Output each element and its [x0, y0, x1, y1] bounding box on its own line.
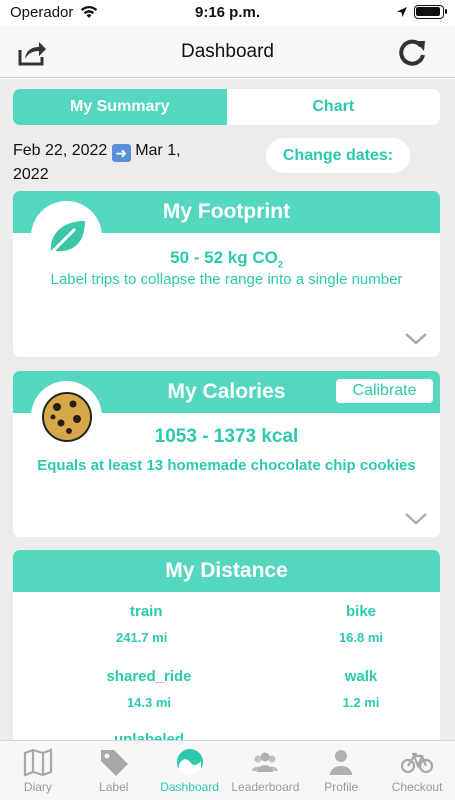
distance-mode-value: 14.3 mi	[126, 695, 172, 710]
tab-diary[interactable]: Diary	[0, 741, 76, 800]
chevron-down-icon[interactable]	[404, 331, 428, 347]
tab-label: Checkout	[391, 780, 443, 794]
status-bar: Operador 9:16 p.m.	[0, 0, 455, 26]
footprint-range: 50 - 52 kg CO2	[170, 248, 283, 270]
footprint-hint: Label trips to collapse the range into a…	[50, 271, 403, 288]
tab-label: Dashboard	[160, 780, 219, 794]
calories-card: My Calories Calibrate 1053 - 1373 kcal E…	[13, 371, 440, 537]
page-title: Dashboard	[181, 41, 274, 62]
tab-label: Label	[99, 780, 129, 794]
clock: 9:16 p.m.	[194, 4, 261, 21]
refresh-icon[interactable]	[396, 38, 428, 68]
tab-chart[interactable]: Chart	[226, 89, 440, 125]
distance-mode-label: walk	[344, 668, 378, 685]
change-dates-button[interactable]: Change dates:	[266, 138, 410, 173]
tab-label: Leaderboard	[231, 780, 300, 794]
calibrate-button[interactable]: Calibrate	[336, 379, 433, 403]
tab-leaderboard[interactable]: Leaderboard	[227, 741, 303, 800]
location-arrow-icon	[397, 7, 407, 17]
start-date: Feb 22, 2022	[13, 142, 108, 159]
end-date-year: 2022	[13, 166, 49, 183]
distance-mode-label: train	[130, 603, 163, 620]
distance-mode-label: bike	[345, 603, 376, 620]
person-icon	[330, 750, 353, 775]
distance-card: My Distance train 241.7 mi bike 16.8 mi …	[13, 550, 440, 740]
tab-dashboard[interactable]: Dashboard	[152, 741, 228, 800]
tab-label: Profile	[324, 780, 359, 794]
calories-equivalent: Equals at least 13 homemade chocolate ch…	[37, 457, 416, 474]
footprint-card: My Footprint 50 - 52 kg CO2 Label trips …	[13, 191, 440, 357]
date-range: Feb 22, 2022 ➜ Mar 1, 2022	[13, 139, 213, 187]
map-icon	[23, 748, 53, 777]
end-date: Mar 1,	[135, 142, 181, 159]
tab-bar: Diary Label Dashboard Leaderboard Profil…	[0, 740, 455, 800]
distance-mode-value: 241.7 mi	[116, 630, 168, 645]
bicycle-icon	[400, 752, 434, 774]
dashboard-content[interactable]: My Summary Chart Feb 22, 2022 ➜ Mar 1, 2…	[0, 79, 455, 740]
distance-mode-label: unlabeled	[113, 731, 184, 740]
distance-mode-value: 1.2 mi	[342, 695, 380, 710]
right-arrow-icon: ➜	[111, 144, 131, 162]
tab-my-summary[interactable]: My Summary	[13, 89, 227, 125]
distance-mode-value: 16.8 mi	[338, 630, 384, 645]
calories-range: 1053 - 1373 kcal	[154, 426, 299, 447]
distance-card-title: My Distance	[13, 550, 440, 592]
dashboard-icon	[176, 749, 203, 776]
battery-icon	[414, 5, 447, 19]
tag-icon	[100, 750, 128, 776]
tab-profile[interactable]: Profile	[303, 741, 379, 800]
people-icon	[252, 752, 279, 772]
tab-label-trips[interactable]: Label	[76, 741, 152, 800]
view-segmented-control: My Summary Chart	[13, 89, 440, 125]
tab-checkout[interactable]: Checkout	[379, 741, 455, 800]
distance-mode-label: shared_ride	[106, 668, 192, 685]
navigation-bar: Dashboard	[0, 26, 455, 78]
chevron-down-icon[interactable]	[404, 511, 428, 527]
tab-label: Diary	[23, 780, 52, 794]
